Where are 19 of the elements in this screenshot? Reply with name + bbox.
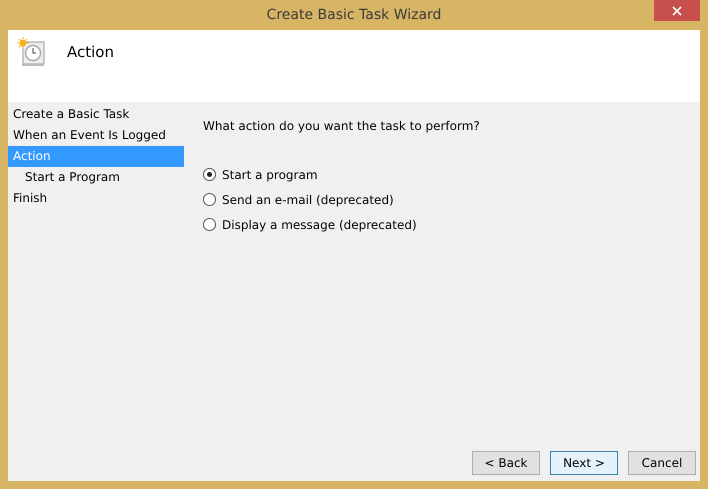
radio-label[interactable]: Send an e-mail (deprecated) <box>222 192 394 206</box>
page-title: Action <box>67 43 114 61</box>
wizard-button[interactable]: < Back <box>472 451 540 475</box>
scheduled-task-icon <box>17 37 47 67</box>
wizard-button[interactable]: Cancel <box>628 451 696 475</box>
radio-label[interactable]: Display a message (deprecated) <box>222 218 417 232</box>
step-item[interactable]: Start a Program <box>8 167 184 188</box>
step-item[interactable]: Create a Basic Task <box>8 104 184 125</box>
window-title: Create Basic Task Wizard <box>266 7 442 23</box>
wizard-button[interactable]: Next > <box>550 451 618 475</box>
step-item[interactable]: Finish <box>8 188 184 209</box>
radio-label[interactable]: Start a program <box>222 168 318 182</box>
radio-button[interactable] <box>203 168 216 181</box>
close-button[interactable] <box>654 0 700 21</box>
question-text: What action do you want the task to perform? <box>203 119 481 133</box>
close-icon <box>672 6 682 16</box>
radio-button[interactable] <box>203 193 216 206</box>
step-item[interactable]: When an Event Is Logged <box>8 125 184 146</box>
radio-button[interactable] <box>203 218 216 231</box>
